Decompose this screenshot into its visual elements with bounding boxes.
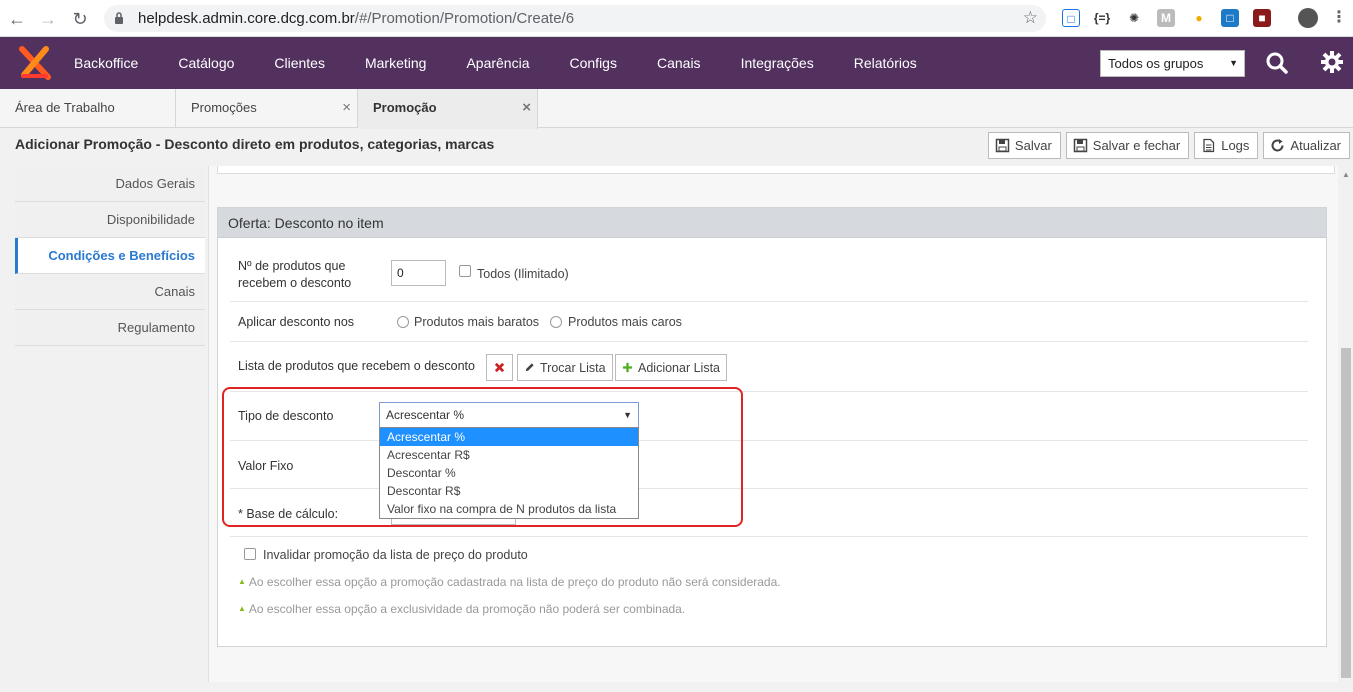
group-select[interactable]: Todos os grupos ▼ <box>1100 50 1245 77</box>
sidemenu-dados-gerais[interactable]: Dados Gerais <box>15 166 205 202</box>
menu-configs[interactable]: Configs <box>550 37 637 89</box>
menu-backoffice[interactable]: Backoffice <box>54 37 158 89</box>
qty-row: Nº de produtos que recebem o desconto 0 … <box>230 238 1308 302</box>
caret-down-icon: ▼ <box>1229 58 1238 68</box>
extension-icon-5[interactable]: ● <box>1190 9 1208 27</box>
triangle-up-icon: ▲ <box>238 604 246 613</box>
sidemenu-disponibilidade[interactable]: Disponibilidade <box>15 202 205 238</box>
document-icon <box>1203 138 1215 153</box>
menu-aparencia[interactable]: Aparência <box>446 37 549 89</box>
extension-icon-1[interactable]: □ <box>1062 9 1080 27</box>
scrollbar-thumb[interactable] <box>1341 348 1351 678</box>
expensive-radio[interactable] <box>550 316 562 328</box>
refresh-label: Atualizar <box>1290 138 1341 153</box>
address-bar[interactable]: helpdesk.admin.core.dcg.com.br/#/Promoti… <box>104 5 1046 32</box>
browser-toolbar: ← → ↻ helpdesk.admin.core.dcg.com.br/#/P… <box>0 0 1353 37</box>
top-navigation: Backoffice Catálogo Clientes Marketing A… <box>0 37 1353 89</box>
menu-integracoes[interactable]: Integrações <box>721 37 834 89</box>
close-icon[interactable]: × <box>342 89 351 127</box>
profile-avatar[interactable] <box>1298 8 1318 28</box>
page-title: Adicionar Promoção - Desconto direto em … <box>15 136 495 152</box>
pencil-icon <box>525 363 534 372</box>
triangle-up-icon: ▲ <box>238 577 246 586</box>
search-icon[interactable] <box>1265 51 1289 75</box>
invalidate-label: Invalidar promoção da lista de preço do … <box>263 548 528 562</box>
page-actions: Salvar Salvar e fechar Logs Atualizar <box>987 132 1350 159</box>
menu-clientes[interactable]: Clientes <box>254 37 345 89</box>
expensive-label: Produtos mais caros <box>568 315 682 329</box>
tab-area-de-trabalho[interactable]: Área de Trabalho <box>0 89 176 128</box>
bookmark-star-icon[interactable]: ☆ <box>1023 8 1038 28</box>
forward-icon[interactable]: → <box>37 8 59 30</box>
save-button-label: Salvar <box>1014 138 1052 153</box>
panel-title: Oferta: Desconto no item <box>218 208 1326 238</box>
all-unlimited-checkbox[interactable] <box>459 265 471 277</box>
reload-icon[interactable]: ↻ <box>69 8 91 30</box>
tab-promocoes[interactable]: Promoções × <box>176 89 358 128</box>
extension-icon-6[interactable]: □ <box>1221 9 1239 27</box>
list-label: Lista de produtos que recebem o desconto <box>238 359 475 373</box>
highlight-box <box>222 387 743 527</box>
tab-label: Área de Trabalho <box>15 100 115 115</box>
tab-promocao[interactable]: Promoção × <box>358 89 538 129</box>
scrollbar[interactable]: ▲ <box>1339 166 1353 692</box>
gear-icon[interactable] <box>1320 50 1344 74</box>
previous-panel-edge <box>217 166 1335 174</box>
menu-marketing[interactable]: Marketing <box>345 37 446 89</box>
extension-json-icon[interactable]: {=} <box>1093 9 1111 27</box>
refresh-button[interactable]: Atualizar <box>1263 132 1350 159</box>
qty-label: Nº de produtos que recebem o desconto <box>238 259 352 290</box>
tab-label: Promoção <box>373 100 437 115</box>
add-list-button[interactable]: Adicionar Lista <box>615 354 727 381</box>
tab-bar: Área de Trabalho Promoções × Promoção × <box>0 89 1353 129</box>
refresh-icon <box>1271 139 1284 152</box>
note-1-text: Ao escolher essa opção a promoção cadast… <box>248 575 781 589</box>
cheapest-radio[interactable] <box>397 316 409 328</box>
menu-catalogo[interactable]: Catálogo <box>158 37 254 89</box>
save-and-close-button[interactable]: Salvar e fechar <box>1065 132 1190 159</box>
back-icon[interactable]: ← <box>6 8 28 30</box>
sidemenu-regulamento[interactable]: Regulamento <box>15 310 205 346</box>
scroll-up-icon[interactable]: ▲ <box>1342 170 1350 179</box>
note-2-text: Ao escolher essa opção a exclusividade d… <box>248 602 686 616</box>
close-icon[interactable]: × <box>522 89 531 127</box>
add-list-label: Adicionar Lista <box>638 360 720 375</box>
extension-icon-3[interactable]: ✺ <box>1125 9 1143 27</box>
plus-icon <box>622 362 633 373</box>
logs-button[interactable]: Logs <box>1194 132 1259 159</box>
cheapest-label: Produtos mais baratos <box>414 315 540 329</box>
menu-relatorios[interactable]: Relatórios <box>834 37 937 89</box>
invalidate-checkbox[interactable] <box>244 548 256 560</box>
note-1: ▲ Ao escolher essa opção a promoção cadas… <box>238 575 781 589</box>
extension-icon-4[interactable]: M <box>1157 9 1175 27</box>
sidemenu-condicoes-beneficios[interactable]: Condições e Benefícios <box>15 238 205 274</box>
save-and-close-label: Salvar e fechar <box>1092 138 1181 153</box>
menu-canais[interactable]: Canais <box>637 37 721 89</box>
group-select-value: Todos os grupos <box>1108 56 1204 71</box>
extension-icon-7[interactable]: ■ <box>1253 9 1271 27</box>
sidemenu-canais[interactable]: Canais <box>15 274 205 310</box>
qty-input[interactable]: 0 <box>391 260 446 286</box>
swap-list-button[interactable]: Trocar Lista <box>517 354 613 381</box>
browser-menu-icon[interactable]: ⋮ <box>1330 9 1348 27</box>
floppy-icon <box>1073 138 1088 153</box>
all-unlimited-label: Todos (Ilimitado) <box>477 267 569 281</box>
save-button[interactable]: Salvar <box>987 132 1061 159</box>
lock-icon <box>115 12 123 24</box>
apply-label: Aplicar desconto nos <box>238 315 355 329</box>
url-text: helpdesk.admin.core.dcg.com.br/#/Promoti… <box>138 10 575 27</box>
apply-row: Aplicar desconto nos Produtos mais barat… <box>230 302 1308 342</box>
side-menu: Dados Gerais Disponibilidade Condições e… <box>15 166 205 346</box>
logo-icon <box>19 46 51 80</box>
remove-x-icon <box>494 362 505 373</box>
list-row: Lista de produtos que recebem o desconto… <box>230 342 1308 392</box>
logs-label: Logs <box>1221 138 1250 153</box>
remove-list-button[interactable] <box>486 354 513 381</box>
main-menu: Backoffice Catálogo Clientes Marketing A… <box>54 37 937 89</box>
floppy-icon <box>995 138 1010 153</box>
note-2: ▲ Ao escolher essa opção a exclusividade … <box>238 602 685 616</box>
swap-list-label: Trocar Lista <box>540 360 606 375</box>
tab-label: Promoções <box>191 100 257 115</box>
